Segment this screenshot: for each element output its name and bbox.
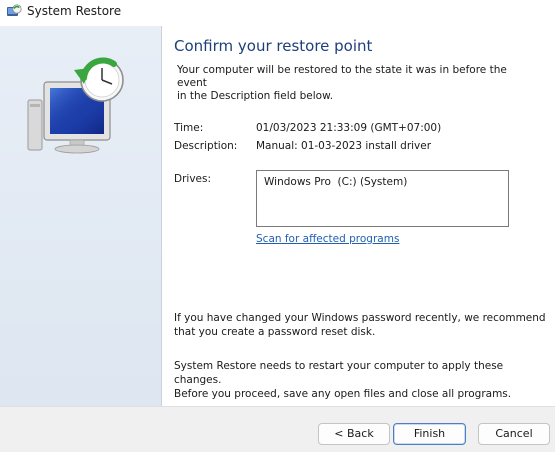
finish-button[interactable]: Finish [393, 423, 466, 445]
scan-affected-programs-link[interactable]: Scan for affected programs [256, 233, 399, 245]
wizard-banner [0, 26, 162, 406]
drive-item[interactable]: Windows Pro (C:) (System) [264, 176, 407, 188]
system-restore-illustration-icon [27, 57, 124, 154]
time-value: 01/03/2023 21:33:09 (GMT+07:00) [256, 122, 442, 134]
restart-line-2: Before you proceed, save any open files … [174, 388, 512, 400]
password-notice: If you have changed your Windows passwor… [174, 311, 546, 339]
back-button[interactable]: < Back [318, 423, 390, 445]
drives-list[interactable]: Windows Pro (C:) (System) [256, 170, 509, 227]
restart-line-1: System Restore needs to restart your com… [174, 360, 504, 386]
time-label: Time: [174, 122, 204, 134]
system-restore-icon [7, 4, 22, 16]
intro-text: Your computer will be restored to the st… [177, 64, 532, 103]
window-title: System Restore [27, 4, 122, 18]
wizard-footer: < Back Finish Cancel [0, 406, 555, 452]
description-value: Manual: 01-03-2023 install driver [256, 140, 432, 152]
page-title: Confirm your restore point [174, 37, 373, 55]
restart-notice: System Restore needs to restart your com… [174, 359, 546, 401]
drives-label: Drives: [174, 173, 212, 185]
password-line-2: that you create a password reset disk. [174, 326, 376, 338]
password-line-1: If you have changed your Windows passwor… [174, 312, 546, 324]
system-restore-window: System Restore Confirm your restore poin… [0, 0, 555, 452]
intro-line-1: Your computer will be restored to the st… [177, 64, 507, 89]
cancel-button[interactable]: Cancel [478, 423, 550, 445]
title-bar[interactable]: System Restore [0, 0, 555, 26]
intro-line-2: in the Description field below. [177, 90, 334, 102]
description-label: Description: [174, 140, 238, 152]
